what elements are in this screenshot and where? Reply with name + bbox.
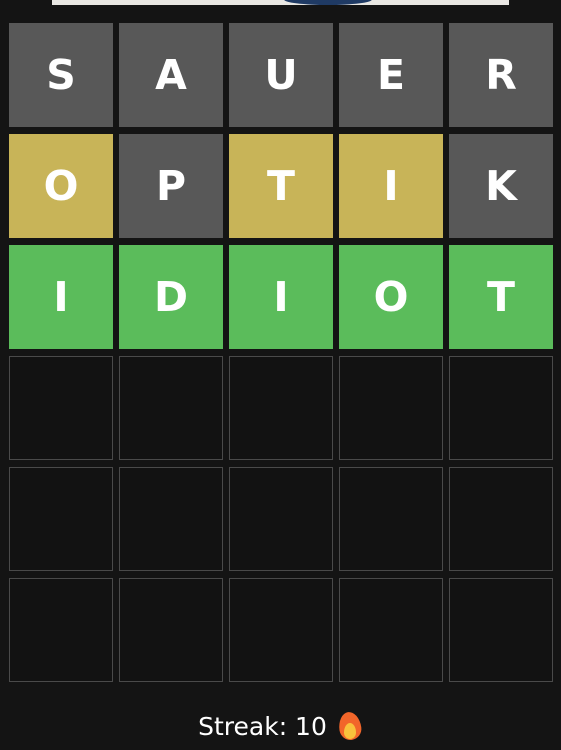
board-tile bbox=[339, 356, 443, 460]
board-tile: K bbox=[449, 134, 553, 238]
board-tile bbox=[119, 467, 223, 571]
board-tile: S bbox=[9, 23, 113, 127]
board-tile bbox=[229, 578, 333, 682]
fire-icon bbox=[337, 710, 363, 742]
board-tile: E bbox=[339, 23, 443, 127]
board-tile bbox=[9, 578, 113, 682]
board-tile bbox=[339, 578, 443, 682]
board-tile bbox=[9, 467, 113, 571]
board-tile: P bbox=[119, 134, 223, 238]
board-tile bbox=[119, 578, 223, 682]
streak-counter: Streak: 10 bbox=[0, 706, 561, 746]
board-tile: I bbox=[9, 245, 113, 349]
board-tile: I bbox=[229, 245, 333, 349]
board-tile bbox=[9, 356, 113, 460]
board-tile bbox=[339, 467, 443, 571]
game-board: S A U E R O P T I K I D I O T bbox=[9, 23, 553, 682]
board-tile: O bbox=[9, 134, 113, 238]
banner-figure bbox=[284, 0, 372, 5]
board-tile: R bbox=[449, 23, 553, 127]
board-tile bbox=[449, 356, 553, 460]
board-tile: U bbox=[229, 23, 333, 127]
board-tile bbox=[229, 467, 333, 571]
top-banner-image bbox=[52, 0, 509, 5]
board-tile: D bbox=[119, 245, 223, 349]
fire-inner-flame bbox=[343, 723, 356, 739]
board-tile: T bbox=[449, 245, 553, 349]
board-tile: O bbox=[339, 245, 443, 349]
board-tile: I bbox=[339, 134, 443, 238]
streak-label: Streak: 10 bbox=[198, 711, 327, 741]
board-tile bbox=[119, 356, 223, 460]
board-tile: T bbox=[229, 134, 333, 238]
board-tile bbox=[229, 356, 333, 460]
board-tile bbox=[449, 467, 553, 571]
board-tile: A bbox=[119, 23, 223, 127]
board-tile bbox=[449, 578, 553, 682]
